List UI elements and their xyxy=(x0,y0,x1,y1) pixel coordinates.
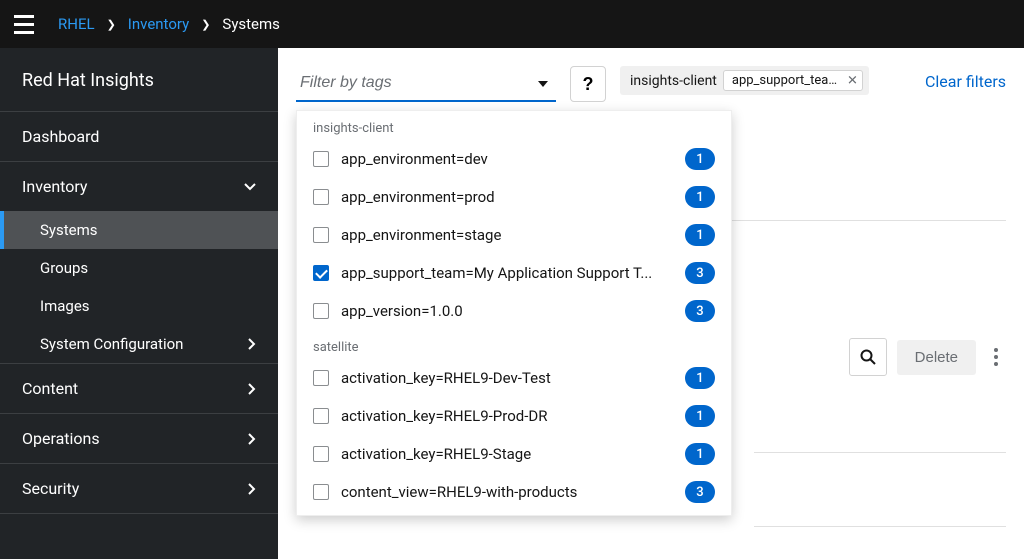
dropdown-item[interactable]: activation_key=RHEL9-Prod-DR 1 xyxy=(297,397,731,435)
search-button[interactable] xyxy=(849,338,887,376)
dropdown-section-label: insights-client xyxy=(297,111,731,140)
count-badge: 1 xyxy=(685,148,715,170)
sidebar-item-operations[interactable]: Operations xyxy=(0,414,278,464)
checkbox[interactable] xyxy=(313,484,329,500)
tag-filter-dropdown: insights-clientapp_environment=dev1app_e… xyxy=(296,110,732,516)
sidebar-item-images[interactable]: Images xyxy=(0,287,278,325)
sidebar-item-systems[interactable]: Systems xyxy=(0,211,278,249)
sidebar-item-label: Images xyxy=(40,297,90,315)
count-badge: 1 xyxy=(685,224,715,246)
dropdown-item[interactable]: app_environment=stage 1 xyxy=(297,216,731,254)
dropdown-item[interactable]: app_support_team=My Application Support … xyxy=(297,254,731,292)
sidebar-item-dashboard[interactable]: Dashboard xyxy=(0,112,278,162)
count-badge: 1 xyxy=(685,186,715,208)
sidebar-item-label: Dashboard xyxy=(22,127,99,146)
breadcrumb-current: Systems xyxy=(222,15,280,33)
sidebar-item-label: Inventory xyxy=(22,177,88,196)
dropdown-item-label: app_environment=dev xyxy=(341,150,673,168)
checkbox[interactable] xyxy=(313,189,329,205)
filter-chip[interactable]: app_support_team=M... ✕ xyxy=(723,70,863,91)
chevron-right-icon: ❯ xyxy=(201,18,210,31)
dropdown-item[interactable]: activation_key=RHEL9-Dev-Test 1 xyxy=(297,359,731,397)
count-badge: 1 xyxy=(685,405,715,427)
menu-toggle-button[interactable] xyxy=(10,10,38,38)
sidebar-item-security[interactable]: Security xyxy=(0,464,278,514)
sidebar-item-inventory[interactable]: Inventory xyxy=(0,162,278,211)
chip-group: insights-client app_support_team=M... ✕ xyxy=(620,66,869,95)
filter-bar: ? insights-client app_support_team=M... … xyxy=(278,48,1024,110)
breadcrumb: RHEL ❯ Inventory ❯ Systems xyxy=(58,15,280,33)
divider xyxy=(754,452,1006,453)
breadcrumb-root[interactable]: RHEL xyxy=(58,15,95,33)
divider xyxy=(754,526,1006,527)
clear-filters-link[interactable]: Clear filters xyxy=(925,66,1006,91)
dropdown-item[interactable]: content_view=RHEL9-with-products 3 xyxy=(297,473,731,511)
checkbox[interactable] xyxy=(313,370,329,386)
close-icon[interactable]: ✕ xyxy=(847,73,858,88)
sidebar-item-groups[interactable]: Groups xyxy=(0,249,278,287)
sidebar-item-label: Systems xyxy=(40,221,98,239)
table-toolbar: Delete xyxy=(849,338,1006,376)
dropdown-item[interactable]: activation_key=RHEL9-Stage 1 xyxy=(297,435,731,473)
sidebar-item-label: System Configuration xyxy=(40,335,183,353)
dropdown-item-label: activation_key=RHEL9-Stage xyxy=(341,445,673,463)
sidebar-item-label: Operations xyxy=(22,429,100,448)
search-icon xyxy=(860,349,876,365)
sidebar-item-content[interactable]: Content xyxy=(0,364,278,414)
chevron-right-icon xyxy=(248,338,256,350)
count-badge: 3 xyxy=(685,262,715,284)
chip-group-label: insights-client xyxy=(630,73,717,89)
brand-title: Red Hat Insights xyxy=(0,48,278,112)
dropdown-item[interactable]: app_environment=prod 1 xyxy=(297,178,731,216)
dropdown-item-label: content_view=RHEL9-with-products xyxy=(341,483,673,501)
checkbox[interactable] xyxy=(313,151,329,167)
dropdown-item-label: activation_key=RHEL9-Dev-Test xyxy=(341,369,673,387)
count-badge: 3 xyxy=(685,300,715,322)
breadcrumb-inventory[interactable]: Inventory xyxy=(128,15,189,33)
delete-button[interactable]: Delete xyxy=(897,340,976,375)
help-icon: ? xyxy=(583,74,594,95)
main-content: ? insights-client app_support_team=M... … xyxy=(278,48,1024,559)
top-bar: RHEL ❯ Inventory ❯ Systems xyxy=(0,0,1024,48)
dropdown-item-label: app_environment=stage xyxy=(341,226,673,244)
tag-filter-input[interactable] xyxy=(296,66,556,102)
tag-filter[interactable] xyxy=(296,66,556,102)
chevron-right-icon xyxy=(248,383,256,395)
chevron-right-icon xyxy=(248,483,256,495)
dropdown-section-label: satellite xyxy=(297,330,731,359)
chevron-right-icon xyxy=(248,433,256,445)
sidebar-item-label: Content xyxy=(22,379,78,398)
help-button[interactable]: ? xyxy=(570,66,606,102)
sidebar-item-system-configuration[interactable]: System Configuration xyxy=(0,325,278,364)
chip-text: app_support_team=M... xyxy=(732,73,863,88)
dropdown-item-label: app_version=1.0.0 xyxy=(341,302,673,320)
dropdown-item-label: app_environment=prod xyxy=(341,188,673,206)
chevron-right-icon: ❯ xyxy=(107,18,116,31)
checkbox[interactable] xyxy=(313,446,329,462)
checkbox[interactable] xyxy=(313,227,329,243)
checkbox[interactable] xyxy=(313,265,329,281)
checkbox[interactable] xyxy=(313,303,329,319)
sidebar-item-label: Groups xyxy=(40,259,88,277)
count-badge: 1 xyxy=(685,443,715,465)
checkbox[interactable] xyxy=(313,408,329,424)
count-badge: 1 xyxy=(685,367,715,389)
dropdown-item-label: app_support_team=My Application Support … xyxy=(341,264,673,282)
chevron-down-icon xyxy=(244,183,256,191)
dropdown-item[interactable]: app_environment=dev 1 xyxy=(297,140,731,178)
count-badge: 3 xyxy=(685,481,715,503)
kebab-menu-button[interactable] xyxy=(986,340,1006,374)
sidebar: Red Hat Insights Dashboard Inventory Sys… xyxy=(0,48,278,559)
sidebar-inventory-submenu: Systems Groups Images System Configurati… xyxy=(0,211,278,364)
dropdown-item[interactable]: app_version=1.0.0 3 xyxy=(297,292,731,330)
sidebar-item-label: Security xyxy=(22,479,79,498)
dropdown-item-label: activation_key=RHEL9-Prod-DR xyxy=(341,407,673,425)
